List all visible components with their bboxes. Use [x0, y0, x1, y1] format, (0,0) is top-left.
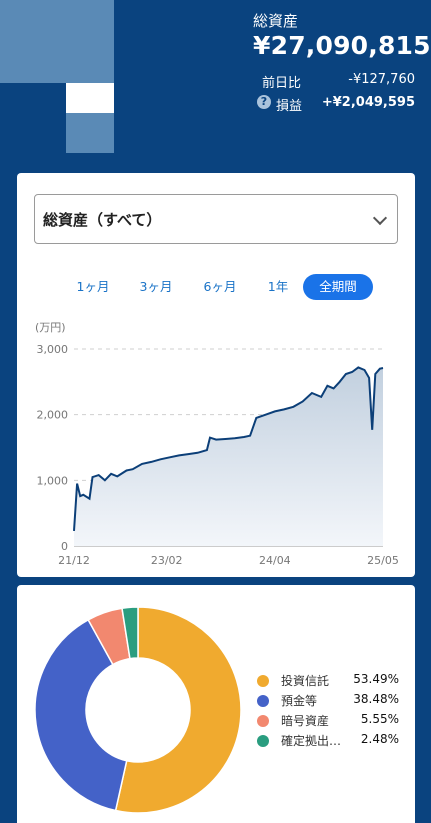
x-tick-label: 21/12 — [58, 554, 90, 567]
legend-name: 確定拠出… — [281, 734, 342, 748]
allocation-legend: 投資信託 53.49% 預金等 38.48% 暗号資産 5.55% 確定拠出… … — [257, 671, 407, 751]
profit-label: 損益 — [276, 99, 303, 114]
total-assets-label: 総資産 — [253, 12, 299, 30]
allocation-donut-chart — [34, 606, 242, 814]
y-tick-label: 2,000 — [37, 409, 69, 422]
legend-name: 暗号資産 — [281, 714, 330, 728]
tab-all-period[interactable]: 全期間 — [303, 274, 373, 300]
day-change-label: 前日比 — [262, 76, 302, 91]
tab-1-year[interactable]: 1年 — [261, 274, 295, 300]
y-tick-label: 3,000 — [37, 343, 69, 356]
legend-dot-icon — [257, 675, 269, 687]
asset-history-chart: 0 1,000 2,000 3,000 21/12 23/02 24/04 25/05 — [37, 343, 399, 567]
legend-value: 5.55% — [360, 712, 399, 726]
legend-item: 暗号資産 5.55% — [257, 711, 407, 731]
tab-6-months[interactable]: 6ヶ月 — [196, 274, 244, 300]
y-tick-label: 0 — [61, 540, 68, 553]
legend-dot-icon — [257, 715, 269, 727]
legend-value: 2.48% — [360, 732, 399, 746]
x-tick-label: 23/02 — [151, 554, 183, 567]
legend-item: 預金等 38.48% — [257, 691, 407, 711]
header-decor-block — [0, 0, 114, 83]
legend-item: 確定拠出… 2.48% — [257, 731, 407, 751]
profit-value: +¥2,049,595 — [321, 95, 415, 110]
tab-3-months[interactable]: 3ヶ月 — [132, 274, 180, 300]
legend-dot-icon — [257, 695, 269, 707]
x-tick-label: 25/05 — [367, 554, 399, 567]
allocation-card: 投資信託 53.49% 預金等 38.48% 暗号資産 5.55% 確定拠出… … — [17, 585, 415, 823]
header-decor-block — [66, 83, 114, 113]
series-area — [74, 367, 383, 546]
day-change-value: -¥127,760 — [348, 72, 415, 87]
tab-1-month[interactable]: 1ヶ月 — [69, 274, 117, 300]
legend-value: 53.49% — [353, 672, 399, 686]
total-assets-value: ¥27,090,815 — [253, 31, 431, 60]
y-tick-label: 1,000 — [37, 474, 69, 487]
legend-dot-icon — [257, 735, 269, 747]
legend-name: 預金等 — [281, 694, 318, 708]
asset-category-select-label: 総資産（すべて） — [43, 211, 162, 229]
legend-value: 38.48% — [353, 692, 399, 706]
header-decor-block — [66, 113, 114, 153]
legend-name: 投資信託 — [281, 674, 330, 688]
chevron-down-icon — [372, 210, 388, 226]
asset-chart-card: 総資産（すべて） 1ヶ月 3ヶ月 6ヶ月 1年 全期間 (万円) 0 1,000 2… — [17, 173, 415, 577]
asset-category-select[interactable]: 総資産（すべて） — [34, 194, 398, 244]
x-tick-label: 24/04 — [259, 554, 291, 567]
help-icon[interactable]: ? — [257, 95, 271, 109]
legend-item: 投資信託 53.49% — [257, 671, 407, 691]
